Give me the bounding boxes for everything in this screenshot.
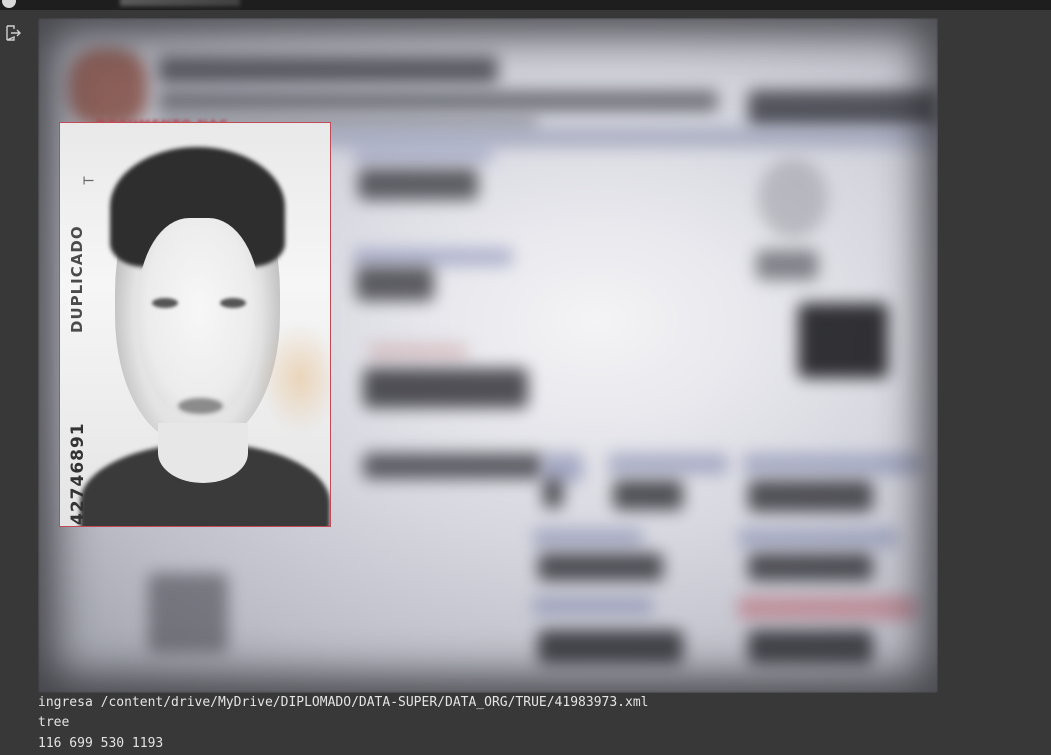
- person-right-eye: [220, 298, 246, 308]
- stdout-line-coords: 116 699 530 1193: [38, 736, 164, 751]
- person-face: [138, 218, 260, 418]
- cut-off-cell-text: [120, 0, 240, 6]
- output-exit-icon[interactable]: [4, 24, 22, 42]
- cell-run-indicator[interactable]: [2, 0, 16, 8]
- detected-photo-bbox: T DUPLICADO 42746891: [59, 122, 331, 527]
- output-image: DOCUMENTO NAC T DUPLICADO 42746891: [38, 18, 938, 693]
- photo-id-number: 42746891: [68, 422, 88, 525]
- hologram-overlay: [260, 323, 330, 433]
- photo-letter: T: [82, 176, 98, 185]
- top-toolbar: [0, 0, 1051, 10]
- stdout-line-path: ingresa /content/drive/MyDrive/DIPLOMADO…: [38, 695, 649, 710]
- duplicado-label: DUPLICADO: [68, 225, 86, 333]
- person-left-eye: [152, 298, 178, 308]
- stdout-line-tree: tree: [38, 715, 70, 730]
- person-neck: [158, 423, 248, 483]
- person-mouth: [178, 398, 223, 414]
